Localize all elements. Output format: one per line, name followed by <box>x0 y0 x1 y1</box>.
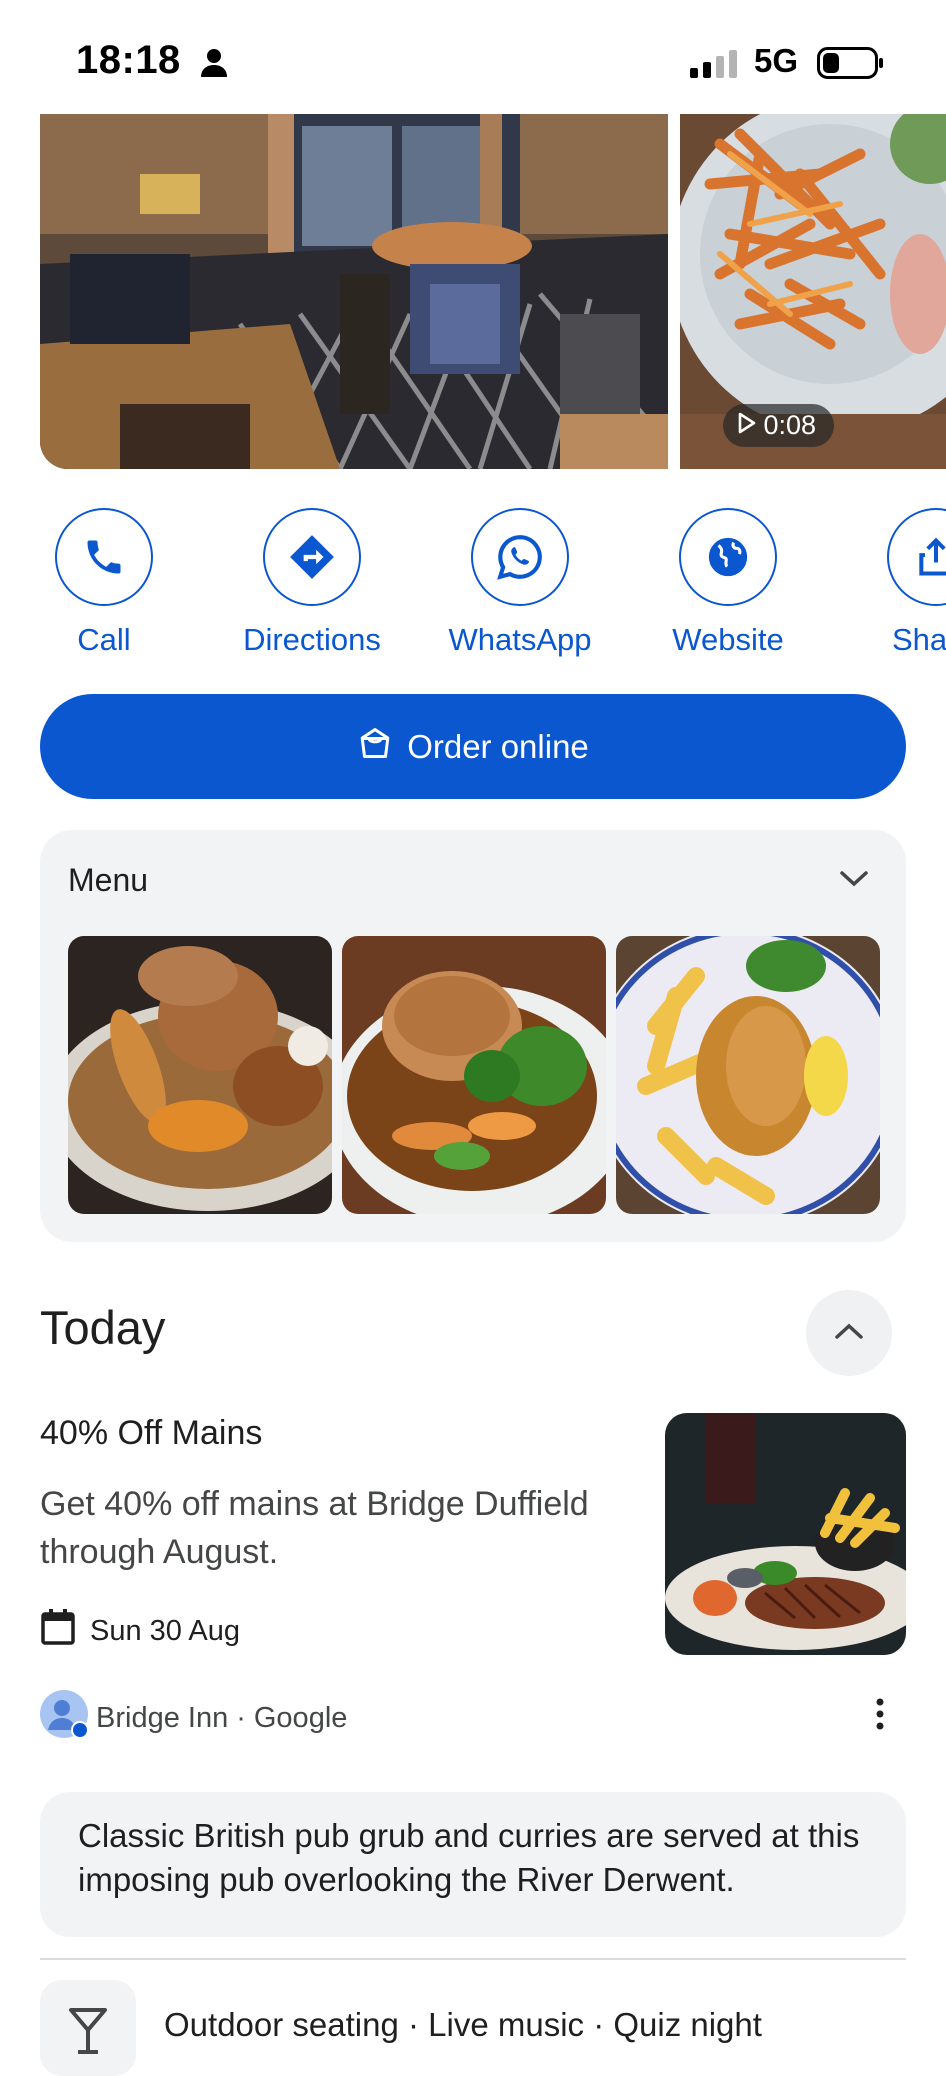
phone-icon <box>55 508 153 606</box>
whatsapp-button[interactable]: WhatsApp <box>440 508 600 658</box>
offer-description: Get 40% off mains at Bridge Duffield thr… <box>40 1485 589 1571</box>
separator-dot: · <box>236 1701 246 1734</box>
chevron-up-icon <box>833 1320 865 1347</box>
directions-icon <box>263 508 361 606</box>
poster-source: Google <box>253 1701 348 1734</box>
call-button[interactable]: Call <box>24 508 184 658</box>
calendar-icon <box>40 1608 76 1654</box>
share-label: Sha <box>892 622 946 657</box>
whatsapp-label: WhatsApp <box>448 622 592 657</box>
directions-label: Directions <box>243 622 381 657</box>
person-icon <box>200 48 228 83</box>
chevron-down-icon[interactable] <box>838 868 870 895</box>
menu-photo-fish-and-chips[interactable] <box>616 936 880 1214</box>
video-duration-badge: 0:08 <box>723 404 834 447</box>
today-heading: Today <box>40 1301 166 1354</box>
offer-title: 40% Off Mains <box>40 1414 263 1452</box>
battery-icon <box>817 47 885 84</box>
more-options-icon[interactable] <box>874 1698 886 1735</box>
call-label: Call <box>77 622 131 657</box>
video-duration: 0:08 <box>763 410 816 440</box>
place-description: Classic British pub grub and curries are… <box>40 1792 906 1937</box>
signal-icon <box>690 50 740 83</box>
offer-photo-steak[interactable] <box>665 1413 906 1655</box>
menu-card: Menu <box>40 830 906 1242</box>
divider <box>40 1958 906 1960</box>
globe-icon <box>679 508 777 606</box>
website-button[interactable]: Website <box>648 508 808 658</box>
post-attribution: Bridge Inn · Google <box>40 1690 347 1746</box>
offer-date: Sun 30 Aug <box>40 1608 240 1654</box>
interior-photo[interactable] <box>40 114 668 469</box>
play-icon <box>737 410 757 441</box>
offer-date-text: Sun 30 Aug <box>90 1614 240 1647</box>
menu-photo-pie[interactable] <box>342 936 606 1214</box>
order-online-label: Order online <box>407 727 589 765</box>
order-online-button[interactable]: Order online <box>40 694 906 799</box>
shopping-bag-icon <box>357 725 393 769</box>
amenities-text: Outdoor seating · Live music · Quiz nigh… <box>164 2006 762 2043</box>
website-label: Website <box>672 622 784 657</box>
menu-title: Menu <box>68 862 149 898</box>
share-icon <box>887 508 946 606</box>
share-button[interactable]: Sha <box>856 508 946 658</box>
poster-name: Bridge Inn <box>96 1701 229 1734</box>
directions-button[interactable]: Directions <box>232 508 392 658</box>
menu-photo-roast[interactable] <box>68 936 332 1214</box>
collapse-button[interactable] <box>806 1290 892 1376</box>
avatar <box>40 1690 89 1746</box>
whatsapp-icon <box>471 508 569 606</box>
network-type: 5G <box>754 42 799 79</box>
status-bar: 18:18 5G <box>0 0 946 112</box>
status-time: 18:18 <box>76 38 181 82</box>
cocktail-icon <box>40 1980 136 2076</box>
